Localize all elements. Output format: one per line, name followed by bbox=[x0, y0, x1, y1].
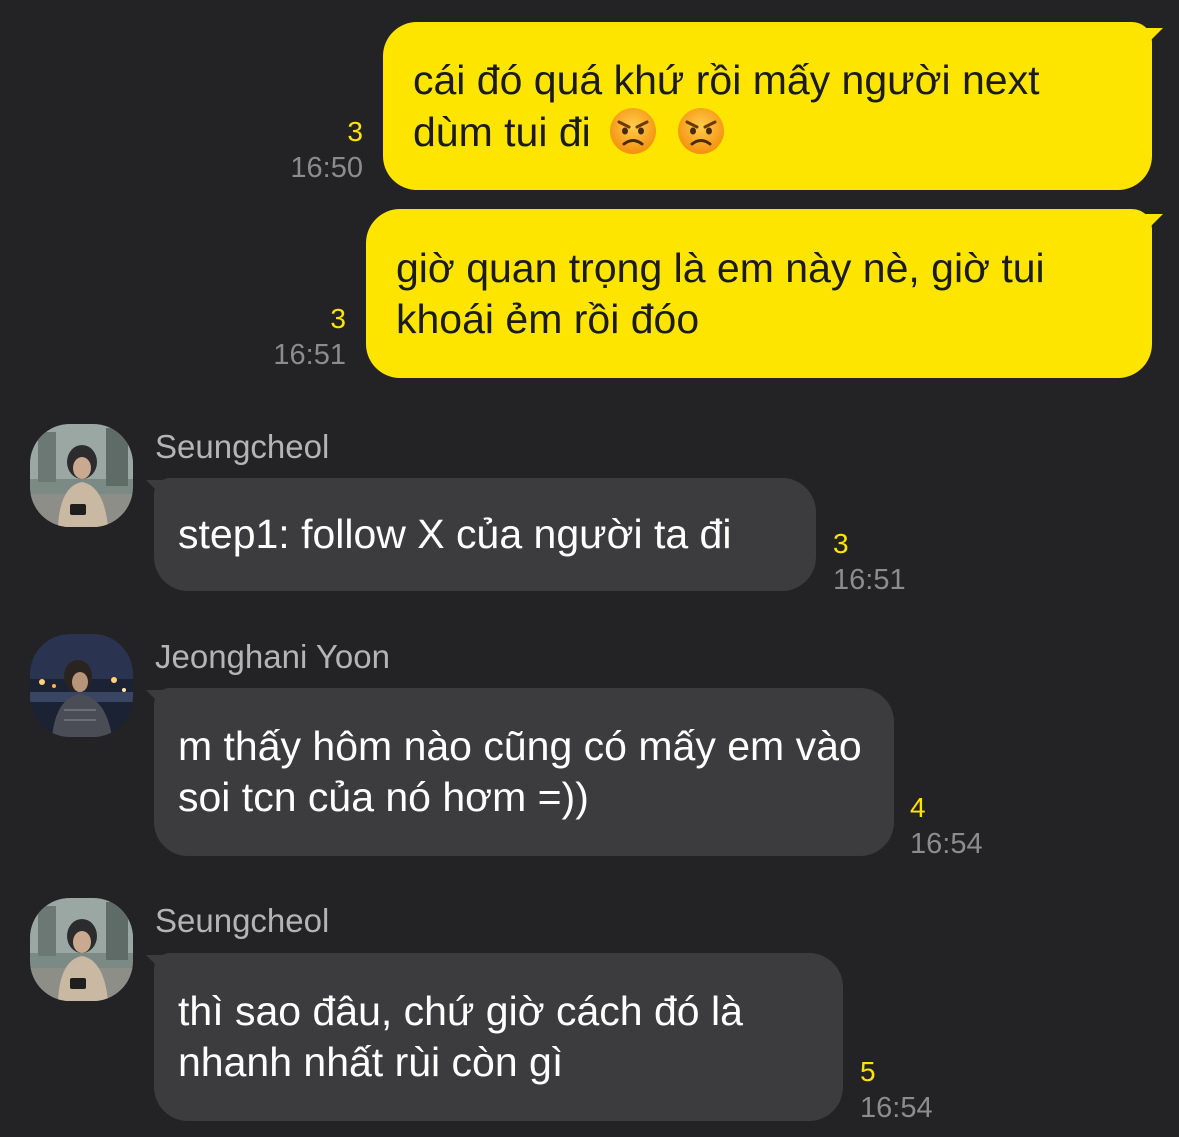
sender-name: Seungcheol bbox=[155, 428, 330, 465]
message-text: thì sao đâu, chứ giờ cách đó là nhanh nh… bbox=[178, 988, 743, 1085]
message-text: step1: follow X của người ta đi bbox=[178, 511, 732, 557]
sender-name: Jeonghani Yoon bbox=[155, 638, 390, 675]
unread-count: 5 bbox=[860, 1056, 876, 1087]
message-text: cái đó quá khứ rồi mấy người next dùm tu… bbox=[413, 56, 1040, 155]
message-bubble-incoming[interactable]: thì sao đâu, chứ giờ cách đó là nhanh nh… bbox=[154, 953, 843, 1121]
message-time: 16:51 bbox=[273, 339, 346, 371]
message-meta: 4 16:54 bbox=[910, 790, 983, 862]
message-bubble-outgoing[interactable]: cái đó quá khứ rồi mấy người next dùm tu… bbox=[383, 22, 1152, 190]
angry-face-icon bbox=[610, 107, 657, 154]
message-meta: 3 16:50 bbox=[290, 114, 363, 186]
jeonghani-avatar[interactable] bbox=[30, 634, 133, 737]
unread-count: 4 bbox=[910, 792, 926, 823]
unread-count: 3 bbox=[833, 528, 849, 559]
message-bubble-incoming[interactable]: step1: follow X của người ta đi bbox=[154, 478, 816, 591]
message-bubble-incoming[interactable]: m thấy hôm nào cũng có mấy em vào soi tc… bbox=[154, 688, 894, 856]
message-bubble-outgoing[interactable]: giờ quan trọng là em này nè, giờ tui kho… bbox=[366, 209, 1152, 378]
unread-count: 3 bbox=[330, 303, 346, 334]
message-time: 16:54 bbox=[860, 1092, 933, 1124]
angry-face-icon bbox=[677, 107, 724, 154]
unread-count: 3 bbox=[347, 116, 363, 147]
message-meta: 3 16:51 bbox=[273, 301, 346, 373]
seungcheol-avatar[interactable] bbox=[30, 424, 133, 527]
seungcheol-avatar[interactable] bbox=[30, 898, 133, 1001]
message-time: 16:50 bbox=[290, 152, 363, 184]
message-meta: 3 16:51 bbox=[833, 526, 906, 598]
message-time: 16:54 bbox=[910, 828, 983, 860]
sender-name: Seungcheol bbox=[155, 902, 330, 939]
message-text: m thấy hôm nào cũng có mấy em vào soi tc… bbox=[178, 723, 862, 820]
message-text: giờ quan trọng là em này nè, giờ tui kho… bbox=[396, 244, 1045, 342]
message-meta: 5 16:54 bbox=[860, 1054, 933, 1126]
message-time: 16:51 bbox=[833, 564, 906, 596]
